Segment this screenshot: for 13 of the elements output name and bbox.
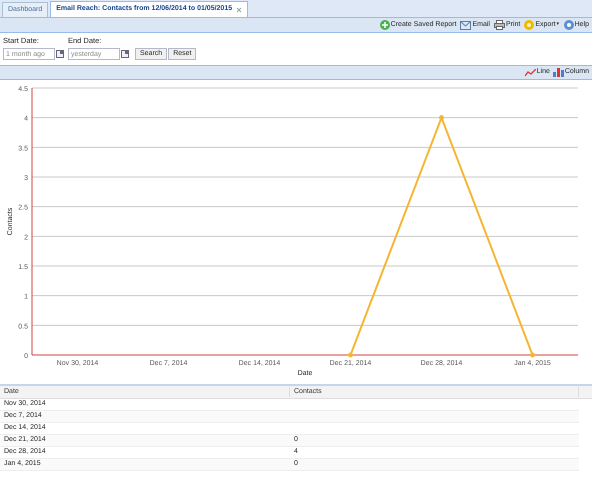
help-icon <box>564 20 574 30</box>
data-point <box>348 352 353 358</box>
printer-icon <box>494 20 505 30</box>
line-chart-icon <box>524 68 536 76</box>
data-point <box>439 115 444 120</box>
bar-chart-icon <box>552 68 564 77</box>
plus-icon <box>380 20 390 30</box>
envelope-icon <box>460 20 472 30</box>
calendar-icon[interactable] <box>121 50 129 58</box>
calendar-icon[interactable] <box>56 50 64 58</box>
disk-icon <box>524 20 534 30</box>
close-icon[interactable] <box>236 6 242 12</box>
data-point <box>530 352 535 358</box>
